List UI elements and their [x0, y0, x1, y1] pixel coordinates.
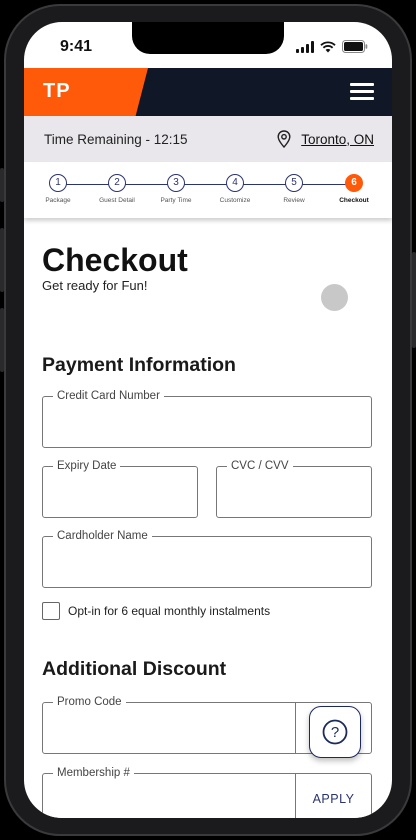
- promo-code-label: Promo Code: [53, 696, 126, 708]
- step-number: 2: [108, 174, 126, 192]
- expiry-date-label: Expiry Date: [53, 460, 121, 472]
- step-number: 3: [167, 174, 185, 192]
- step-2[interactable]: 2 Guest Detail: [87, 174, 147, 204]
- cardholder-name-field[interactable]: Cardholder Name: [42, 530, 372, 588]
- wifi-icon: [320, 40, 336, 52]
- credit-card-number-label: Credit Card Number: [53, 390, 164, 402]
- volume-down-button: [0, 308, 4, 372]
- checkout-content: Checkout Get ready for Fun! Payment Info…: [24, 218, 392, 818]
- signal-icon: [296, 40, 314, 53]
- step-label: Party Time: [160, 197, 192, 204]
- step-number: 6: [345, 174, 363, 192]
- status-time: 9:41: [60, 38, 93, 55]
- notch: [132, 22, 284, 54]
- payment-heading: Payment Information: [42, 354, 236, 376]
- app-header: TP: [24, 68, 392, 116]
- time-location-bar: Time Remaining - 12:15 Toronto, ON: [24, 116, 392, 162]
- step-number: 4: [226, 174, 244, 192]
- membership-apply-button[interactable]: APPLY: [295, 774, 371, 818]
- loading-indicator: [321, 284, 348, 311]
- step-number: 1: [49, 174, 67, 192]
- brand-text[interactable]: TP: [43, 80, 71, 103]
- question-mark-icon: ?: [322, 719, 348, 745]
- time-remaining: Time Remaining - 12:15: [44, 131, 188, 147]
- step-1[interactable]: 1 Package: [28, 174, 88, 204]
- mute-switch: [0, 168, 4, 202]
- status-icons: [296, 40, 368, 53]
- step-label: Package: [45, 197, 71, 204]
- step-6[interactable]: 6 Checkout: [324, 174, 384, 204]
- phone-screen: 9:41 TP Time Remaining - 12:15 Toronto, …: [24, 22, 392, 818]
- installments-checkbox[interactable]: [42, 602, 60, 620]
- power-button: [412, 252, 416, 348]
- expiry-date-field[interactable]: Expiry Date: [42, 460, 198, 518]
- installments-label: Opt-in for 6 equal monthly instalments: [68, 604, 271, 618]
- step-label: Checkout: [339, 197, 369, 204]
- battery-icon: [342, 40, 368, 53]
- step-5[interactable]: 5 Review: [264, 174, 324, 204]
- step-3[interactable]: 3 Party Time: [146, 174, 206, 204]
- help-button[interactable]: ?: [309, 706, 361, 758]
- credit-card-number-field[interactable]: Credit Card Number: [42, 390, 372, 448]
- help-icon-glyph: ?: [331, 724, 339, 741]
- membership-field[interactable]: Membership # APPLY: [42, 767, 372, 818]
- step-4[interactable]: 4 Customize: [205, 174, 265, 204]
- discount-heading: Additional Discount: [42, 658, 227, 680]
- location-pin-icon: [277, 130, 291, 148]
- location-selector[interactable]: Toronto, ON: [277, 130, 374, 148]
- hamburger-menu-icon[interactable]: [350, 83, 374, 101]
- membership-label: Membership #: [53, 767, 134, 779]
- volume-up-button: [0, 228, 4, 292]
- page-title: Checkout: [42, 242, 188, 278]
- cardholder-name-label: Cardholder Name: [53, 530, 152, 542]
- cvc-field[interactable]: CVC / CVV: [216, 460, 372, 518]
- step-label: Guest Detail: [99, 197, 135, 204]
- progress-stepper: 1 Package 2 Guest Detail 3 Party Time 4 Customi…: [24, 162, 392, 218]
- step-number: 5: [285, 174, 303, 192]
- page-subtitle: Get ready for Fun!: [42, 278, 148, 293]
- step-label: Review: [283, 197, 305, 204]
- location-link[interactable]: Toronto, ON: [301, 132, 374, 147]
- installments-option[interactable]: Opt-in for 6 equal monthly instalments: [42, 602, 270, 620]
- step-label: Customize: [219, 197, 251, 204]
- cvc-label: CVC / CVV: [227, 460, 293, 472]
